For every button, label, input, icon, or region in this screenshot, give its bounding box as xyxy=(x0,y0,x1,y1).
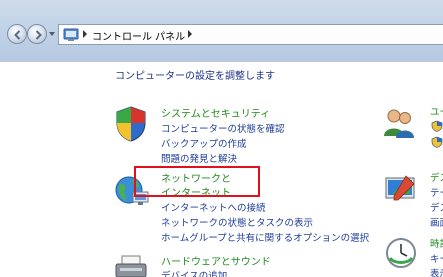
uac-shield-icon xyxy=(431,120,443,132)
category-clock-line1[interactable]: 時計 xyxy=(430,236,443,250)
forward-arrow-icon xyxy=(35,30,42,40)
page-title: コンピューターの設定を調整します xyxy=(115,71,275,82)
breadcrumb-expand-icon[interactable] xyxy=(187,30,193,38)
category-hardware-and-sound[interactable]: ハードウェアとサウンド xyxy=(161,253,271,268)
printer-icon[interactable] xyxy=(113,254,149,277)
appearance-link-1[interactable]: テー xyxy=(430,185,443,199)
navigation-bar: コントロール パネル xyxy=(0,0,443,62)
back-button[interactable] xyxy=(7,24,27,44)
user-accounts-icon[interactable] xyxy=(382,106,416,140)
appearance-link-3[interactable]: 画面 xyxy=(430,215,443,229)
clock-link-2[interactable]: 表示 xyxy=(430,266,443,277)
address-bar[interactable]: コントロール パネル xyxy=(58,24,443,45)
forward-button[interactable] xyxy=(27,24,47,44)
link-create-backup[interactable]: バックアップの作成 xyxy=(161,136,247,150)
link-homegroup-sharing-options[interactable]: ホームグループと共有に関するオプションの選択 xyxy=(161,230,369,244)
category-user-accounts[interactable]: ユー xyxy=(430,104,443,118)
link-add-device[interactable]: デバイスの追加 xyxy=(161,268,227,277)
category-appearance-line1[interactable]: デス xyxy=(430,170,443,184)
back-arrow-icon xyxy=(14,30,21,40)
link-check-computer-status[interactable]: コンピューターの状態を確認 xyxy=(161,121,285,135)
breadcrumb-separator-icon[interactable] xyxy=(82,30,88,38)
uac-shield-icon xyxy=(431,136,443,148)
history-dropdown-icon[interactable] xyxy=(49,31,55,37)
clock-region-icon[interactable] xyxy=(384,236,418,270)
appearance-link-2[interactable]: デス xyxy=(430,200,443,214)
link-view-network-status[interactable]: ネットワークの状態とタスクの表示 xyxy=(161,215,313,229)
shield-icon[interactable] xyxy=(113,105,149,143)
control-panel-icon xyxy=(63,28,79,41)
link-find-and-fix-problems[interactable]: 問題の発見と解決 xyxy=(161,151,237,165)
breadcrumb-control-panel[interactable]: コントロール パネル xyxy=(92,28,185,43)
highlight-box xyxy=(134,166,260,197)
link-connect-to-internet[interactable]: インターネットへの接続 xyxy=(161,200,266,214)
appearance-icon[interactable] xyxy=(384,172,418,206)
clock-link-1[interactable]: キー xyxy=(430,251,443,265)
category-system-and-security[interactable]: システムとセキュリティ xyxy=(161,105,270,120)
